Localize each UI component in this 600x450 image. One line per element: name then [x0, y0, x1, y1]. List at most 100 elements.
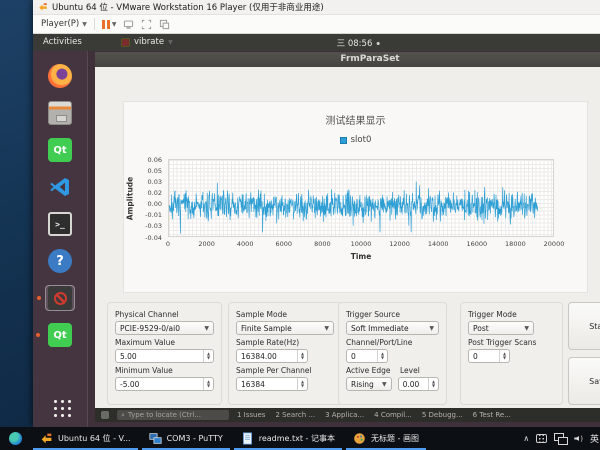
- dock-item-vscode[interactable]: [45, 174, 75, 200]
- clock-menu[interactable]: 三 08:56: [337, 37, 380, 49]
- channel-port-line-input[interactable]: 0 ▲▼: [346, 349, 388, 363]
- trigger-mode-select[interactable]: Post▼: [468, 321, 534, 335]
- output-pane-button[interactable]: 6 Test Re...: [473, 411, 511, 419]
- dock-item-terminal[interactable]: >_: [45, 211, 75, 237]
- dock-item-qt-app[interactable]: Qt: [45, 322, 75, 348]
- spinner-stepper[interactable]: ▲▼: [428, 378, 438, 390]
- dock-item-help[interactable]: ?: [45, 248, 75, 274]
- sample-rate-input[interactable]: 16384.00 ▲▼: [236, 349, 308, 363]
- dock-item-show-applications[interactable]: [45, 393, 75, 419]
- waveform-line: [169, 160, 553, 236]
- post-trigger-scans-label: Post Trigger Scans: [468, 338, 555, 347]
- maximum-value-label: Maximum Value: [115, 338, 214, 347]
- network-icon[interactable]: [554, 433, 567, 444]
- locator-input[interactable]: ⌕ Type to locate (Ctrl...: [117, 410, 229, 420]
- show-applications-icon: [50, 396, 71, 417]
- y-axis-ticks: 0.060.050.030.020.00-0.01-0.03-0.04: [124, 159, 165, 237]
- trigger-mode-label: Trigger Mode: [468, 310, 555, 319]
- dock-item-firefox[interactable]: [45, 63, 75, 89]
- dock-item-screen-recorder[interactable]: [45, 285, 75, 311]
- y-tick-label: 0.02: [148, 189, 162, 197]
- spinner-stepper[interactable]: ▲▼: [499, 350, 509, 362]
- dock-item-qt-creator[interactable]: Qt: [45, 137, 75, 163]
- qtcreator-status-bar: ⌕ Type to locate (Ctrl... 1 Issues 2 Sear…: [95, 408, 600, 422]
- app-indicator-icon: [121, 38, 130, 47]
- spinner-stepper[interactable]: ▲▼: [297, 378, 307, 390]
- chevron-down-icon: ▼: [168, 39, 173, 46]
- chart-panel: 测试结果显示 slot0 Amplitude 0.060.050.030.020…: [123, 101, 588, 293]
- x-tick-label: 2000: [198, 240, 215, 248]
- sample-mode-label: Sample Mode: [236, 310, 334, 319]
- vmware-icon: [40, 432, 53, 445]
- minimum-value-input[interactable]: -5.00 ▲▼: [115, 377, 214, 391]
- ubuntu-top-bar: Activities vibrate ▼ 三 08:56: [33, 34, 600, 51]
- channel-settings-group: Physical Channel PCIE-9529-0/ai0▼ Maximu…: [107, 302, 222, 405]
- spinner-stepper[interactable]: ▲▼: [377, 350, 387, 362]
- vscode-icon: [48, 175, 72, 199]
- volume-icon[interactable]: ): [574, 435, 583, 443]
- window-title: FrmParaSet: [340, 54, 399, 64]
- physical-channel-select[interactable]: PCIE-9529-0/ai0▼: [115, 321, 214, 335]
- app-indicator-menu[interactable]: vibrate ▼: [121, 37, 173, 47]
- help-icon: ?: [48, 249, 72, 273]
- frmparaset-titlebar[interactable]: FrmParaSet: [95, 52, 600, 67]
- vmware-titlebar[interactable]: Ubuntu 64 位 - VMware Workstation 16 Play…: [33, 0, 600, 15]
- output-pane-buttons: 1 Issues 2 Search ... 3 Applica... 4 Compil…: [237, 411, 511, 419]
- taskbar-items: Ubuntu 64 位 - V... COM3 - PuTTY readme.txt…: [0, 427, 428, 450]
- sample-per-channel-input[interactable]: 16384 ▲▼: [236, 377, 308, 391]
- taskbar-item-edge[interactable]: [0, 427, 31, 450]
- hidden-icons-chevron[interactable]: ∧: [523, 434, 529, 443]
- pause-vm-button[interactable]: ▼: [102, 20, 117, 29]
- taskbar-item-label: Ubuntu 64 位 - V...: [58, 433, 131, 444]
- spinner-stepper[interactable]: ▲▼: [203, 378, 213, 390]
- trigger-mode-group: Trigger Mode Post▼ Post Trigger Scans 0 …: [460, 302, 563, 405]
- unity-mode-icon[interactable]: [159, 19, 170, 30]
- x-tick-label: 10000: [351, 240, 372, 248]
- post-trigger-scans-input[interactable]: 0 ▲▼: [468, 349, 510, 363]
- taskbar-item-notepad[interactable]: readme.txt - 记事本: [232, 427, 344, 450]
- activities-button[interactable]: Activities: [43, 37, 82, 47]
- fullscreen-icon[interactable]: [141, 19, 152, 30]
- output-pane-button[interactable]: 3 Applica...: [325, 411, 364, 419]
- ime-keyboard-icon[interactable]: [536, 434, 547, 443]
- dock-item-files[interactable]: [45, 100, 75, 126]
- windows-desktop: Ubuntu 64 位 - VMware Workstation 16 Play…: [0, 0, 600, 450]
- spinner-stepper[interactable]: ▲▼: [203, 350, 213, 362]
- player-menu[interactable]: Player(P)▼: [41, 19, 87, 29]
- output-pane-button[interactable]: 2 Search ...: [275, 411, 315, 419]
- x-tick-label: 12000: [389, 240, 410, 248]
- legend-swatch-slot0: [340, 137, 347, 144]
- save-button[interactable]: Save: [568, 357, 600, 405]
- spinner-stepper[interactable]: ▲▼: [297, 350, 307, 362]
- x-tick-label: 20000: [544, 240, 565, 248]
- vmware-toolbar: Player(P)▼ ▼: [33, 15, 600, 34]
- output-pane-button[interactable]: 4 Compil...: [374, 411, 412, 419]
- y-tick-label: 0.00: [148, 200, 162, 208]
- output-pane-button[interactable]: 1 Issues: [237, 411, 265, 419]
- chart-title: 测试结果显示: [124, 112, 587, 127]
- chart-legend: slot0: [124, 135, 587, 145]
- taskbar-item-paint[interactable]: 无标题 - 画图: [344, 427, 428, 450]
- running-indicator-dot: [37, 296, 41, 300]
- toolbar-divider: [94, 18, 95, 30]
- active-edge-select[interactable]: Rising▼: [346, 377, 392, 391]
- search-icon: ⌕: [121, 411, 125, 420]
- x-tick-label: 6000: [276, 240, 293, 248]
- taskbar-item-putty[interactable]: COM3 - PuTTY: [140, 427, 232, 450]
- putty-icon: [149, 432, 162, 445]
- level-input[interactable]: 0.00 ▲▼: [398, 377, 439, 391]
- trigger-source-select[interactable]: Soft Immediate▼: [346, 321, 439, 335]
- maximum-value-input[interactable]: 5.00 ▲▼: [115, 349, 214, 363]
- running-indicator-dot: [36, 333, 40, 337]
- x-axis-ticks: 0200040006000800010000120001400016000180…: [168, 240, 554, 250]
- output-pane-button[interactable]: 5 Debugg...: [422, 411, 463, 419]
- taskbar-item-label: readme.txt - 记事本: [259, 433, 335, 444]
- level-label: Level: [400, 366, 420, 375]
- chevron-down-icon: ▼: [324, 325, 329, 332]
- send-ctrl-alt-del-icon[interactable]: [123, 19, 134, 30]
- taskbar-item-vmware[interactable]: Ubuntu 64 位 - V...: [31, 427, 140, 450]
- sample-mode-select[interactable]: Finite Sample▼: [236, 321, 334, 335]
- sample-settings-group: Sample Mode Finite Sample▼ Sample Rate(H…: [228, 302, 342, 405]
- start-button[interactable]: Start: [568, 302, 600, 350]
- ime-language-indicator[interactable]: 英: [590, 432, 600, 445]
